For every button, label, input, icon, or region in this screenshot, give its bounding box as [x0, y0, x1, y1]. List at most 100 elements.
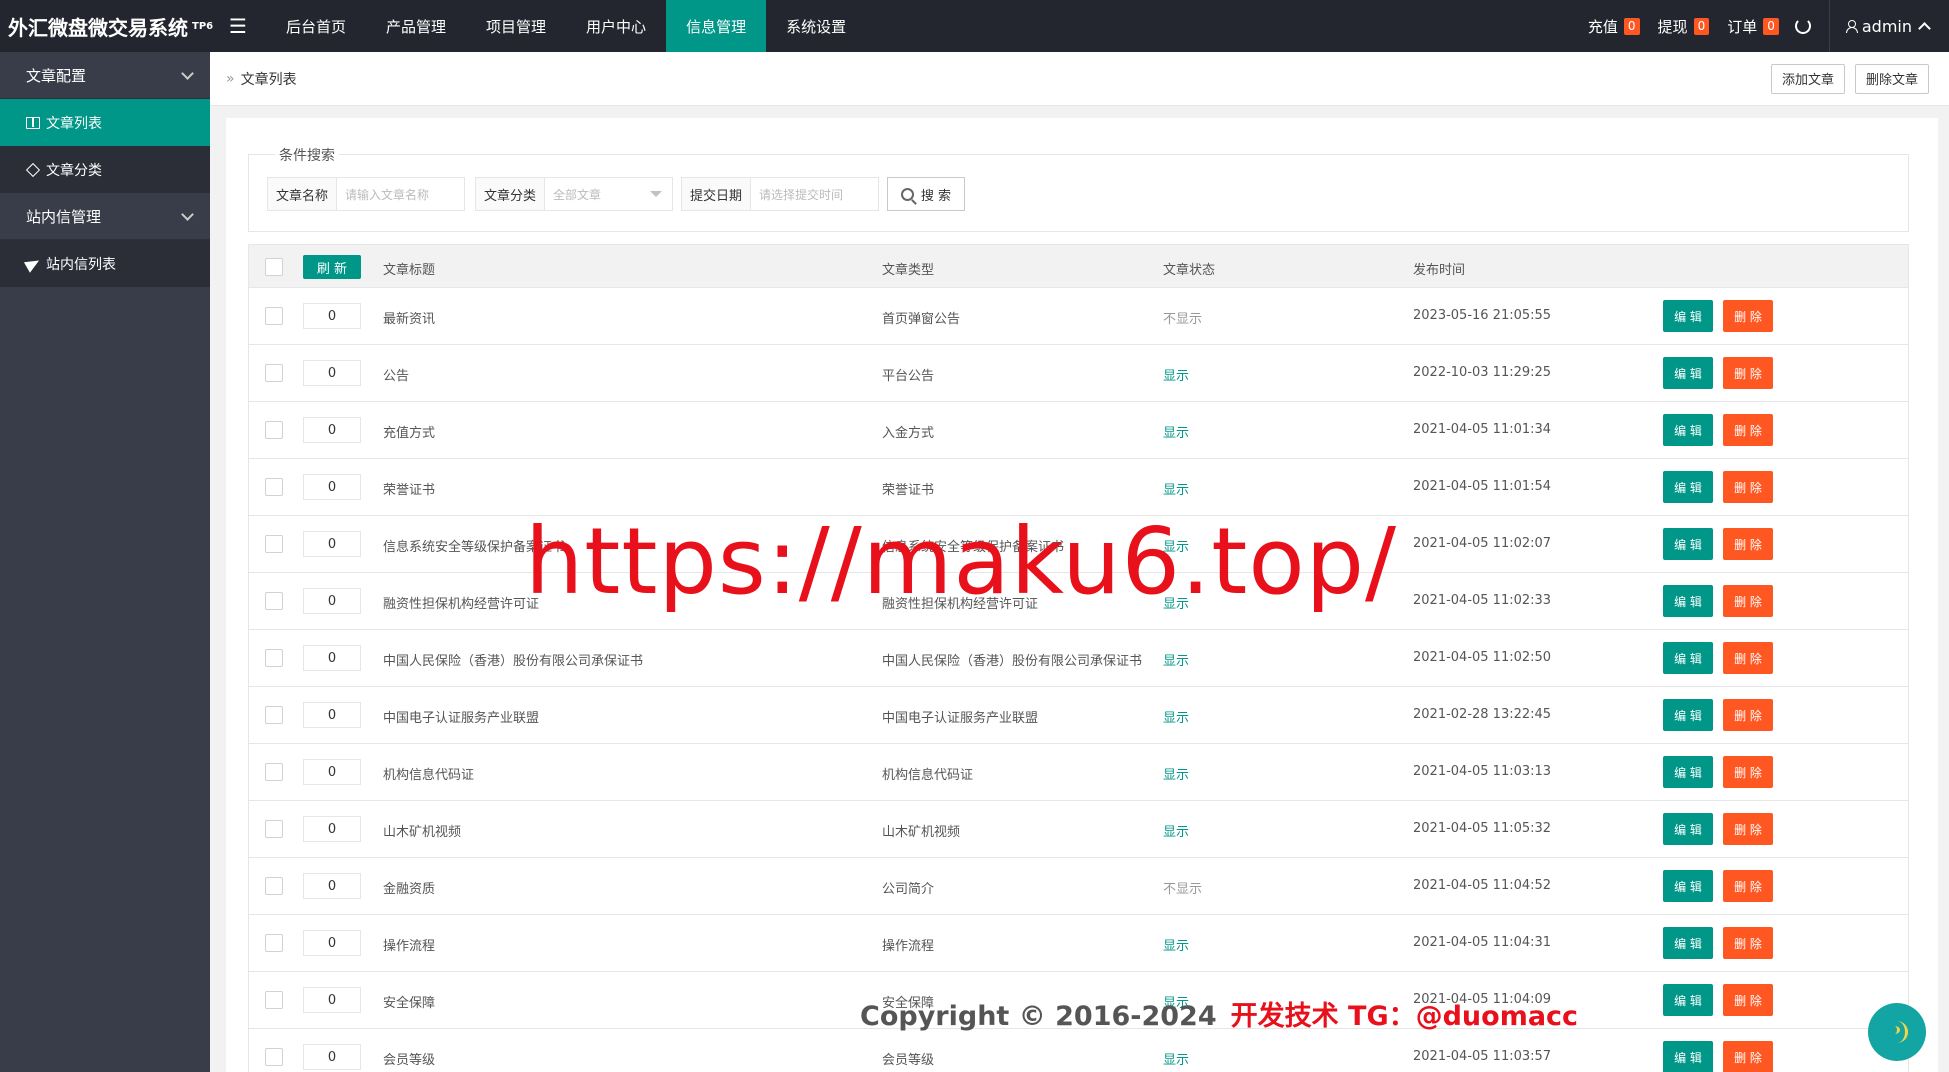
sidebar-group-1[interactable]: 站内信管理	[0, 193, 210, 240]
chat-icon	[1886, 1021, 1908, 1043]
edit-button[interactable]: 编 辑	[1663, 585, 1713, 617]
search-button[interactable]: 搜 索	[887, 177, 965, 211]
article-type: 入金方式	[882, 426, 935, 441]
edit-button[interactable]: 编 辑	[1663, 984, 1713, 1016]
edit-button[interactable]: 编 辑	[1663, 756, 1713, 788]
refresh-button[interactable]: 刷 新	[303, 255, 361, 279]
sort-input[interactable]: 0	[303, 474, 361, 500]
order-link[interactable]: 订单 0	[1727, 16, 1779, 37]
withdraw-label: 提现	[1657, 17, 1688, 36]
nav-item-5[interactable]: 系统设置	[766, 0, 866, 52]
date-input[interactable]: 请选择提交时间	[751, 178, 878, 210]
sort-input[interactable]: 0	[303, 930, 361, 956]
delete-button[interactable]: 删 除	[1723, 813, 1773, 845]
sidebar-item-0-0[interactable]: 文章列表	[0, 99, 210, 146]
row-checkbox[interactable]	[265, 364, 283, 382]
article-time: 2021-04-05 11:03:13	[1413, 764, 1552, 779]
sidebar-item-1-0[interactable]: 站内信列表	[0, 240, 210, 287]
row-checkbox[interactable]	[265, 478, 283, 496]
row-checkbox[interactable]	[265, 649, 283, 667]
delete-button[interactable]: 删 除	[1723, 528, 1773, 560]
sort-input[interactable]: 0	[303, 303, 361, 329]
delete-button[interactable]: 删 除	[1723, 642, 1773, 674]
row-checkbox[interactable]	[265, 706, 283, 724]
menu-toggle-icon[interactable]: ☰	[210, 0, 266, 52]
sort-input[interactable]: 0	[303, 816, 361, 842]
delete-button[interactable]: 删 除	[1723, 870, 1773, 902]
search-icon	[900, 187, 914, 201]
edit-button[interactable]: 编 辑	[1663, 528, 1713, 560]
article-time: 2023-05-16 21:05:55	[1413, 308, 1552, 323]
nav-item-2[interactable]: 项目管理	[466, 0, 566, 52]
row-checkbox[interactable]	[265, 307, 283, 325]
user-menu[interactable]: admin	[1845, 17, 1931, 36]
top-bar: 外汇微盘微交易系统 TP6 ☰ 后台首页 产品管理 项目管理 用户中心 信息管理 系统设置 …	[0, 0, 1949, 52]
table-row: 0 会员等级 会员等级 显示 2021-04-05 11:03:57 编 辑删 除	[248, 1029, 1909, 1072]
row-checkbox[interactable]	[265, 535, 283, 553]
edit-button[interactable]: 编 辑	[1663, 642, 1713, 674]
search-button-label: 搜 索	[920, 188, 952, 204]
sort-input[interactable]: 0	[303, 873, 361, 899]
row-checkbox[interactable]	[265, 1048, 283, 1066]
sidebar-group-0[interactable]: 文章配置	[0, 52, 210, 99]
row-checkbox[interactable]	[265, 991, 283, 1009]
sort-input[interactable]: 0	[303, 360, 361, 386]
name-input[interactable]: 请输入文章名称	[337, 178, 464, 210]
delete-button[interactable]: 删 除	[1723, 414, 1773, 446]
withdraw-link[interactable]: 提现 0	[1658, 16, 1710, 37]
row-checkbox[interactable]	[265, 763, 283, 781]
row-checkbox[interactable]	[265, 592, 283, 610]
delete-button[interactable]: 删 除	[1723, 984, 1773, 1016]
edit-button[interactable]: 编 辑	[1663, 813, 1713, 845]
category-field: 文章分类 全部文章	[475, 177, 673, 211]
recharge-link[interactable]: 充值 0	[1588, 16, 1640, 37]
sort-input[interactable]: 0	[303, 531, 361, 557]
sort-input[interactable]: 0	[303, 417, 361, 443]
edit-button[interactable]: 编 辑	[1663, 699, 1713, 731]
date-label: 提交日期	[682, 178, 752, 210]
row-checkbox[interactable]	[265, 877, 283, 895]
name-field: 文章名称 请输入文章名称	[267, 177, 465, 211]
edit-button[interactable]: 编 辑	[1663, 357, 1713, 389]
edit-button[interactable]: 编 辑	[1663, 927, 1713, 959]
row-checkbox[interactable]	[265, 421, 283, 439]
sort-input[interactable]: 0	[303, 1044, 361, 1070]
edit-button[interactable]: 编 辑	[1663, 414, 1713, 446]
edit-button[interactable]: 编 辑	[1663, 1041, 1713, 1072]
top-right-tools: 充值 0 提现 0 订单 0 admin	[1570, 0, 1949, 52]
row-checkbox[interactable]	[265, 934, 283, 952]
edit-button[interactable]: 编 辑	[1663, 471, 1713, 503]
nav-item-0[interactable]: 后台首页	[266, 0, 366, 52]
sort-input[interactable]: 0	[303, 759, 361, 785]
edit-button[interactable]: 编 辑	[1663, 300, 1713, 332]
nav-item-4[interactable]: 信息管理	[666, 0, 767, 52]
table-row: 0 最新资讯 首页弹窗公告 不显示 2023-05-16 21:05:55 编 辑删 除	[248, 288, 1909, 345]
brand-title: 外汇微盘微交易系统	[8, 15, 188, 40]
delete-button[interactable]: 删 除	[1723, 357, 1773, 389]
chat-button[interactable]	[1868, 1003, 1926, 1061]
delete-button[interactable]: 删 除	[1723, 300, 1773, 332]
sort-input[interactable]: 0	[303, 645, 361, 671]
delete-button[interactable]: 删 除	[1723, 756, 1773, 788]
delete-article-button[interactable]: 删除文章	[1854, 63, 1929, 94]
refresh-icon[interactable]	[1794, 18, 1811, 34]
nav-item-1[interactable]: 产品管理	[366, 0, 466, 52]
select-all-checkbox[interactable]	[265, 258, 283, 276]
row-checkbox[interactable]	[265, 820, 283, 838]
delete-button[interactable]: 删 除	[1723, 585, 1773, 617]
delete-button[interactable]: 删 除	[1723, 471, 1773, 503]
article-type: 会员等级	[882, 1053, 935, 1068]
edit-button[interactable]: 编 辑	[1663, 870, 1713, 902]
add-article-button[interactable]: 添加文章	[1770, 63, 1845, 94]
sort-input[interactable]: 0	[303, 588, 361, 614]
article-title: 会员等级	[383, 1053, 436, 1068]
sort-input[interactable]: 0	[303, 987, 361, 1013]
article-time: 2021-02-28 13:22:45	[1413, 707, 1552, 722]
delete-button[interactable]: 删 除	[1723, 927, 1773, 959]
sidebar-item-0-1[interactable]: 文章分类	[0, 146, 210, 193]
sort-input[interactable]: 0	[303, 702, 361, 728]
article-status: 显示	[1163, 711, 1190, 726]
delete-button[interactable]: 删 除	[1723, 699, 1773, 731]
nav-item-3[interactable]: 用户中心	[566, 0, 666, 52]
delete-button[interactable]: 删 除	[1723, 1041, 1773, 1072]
